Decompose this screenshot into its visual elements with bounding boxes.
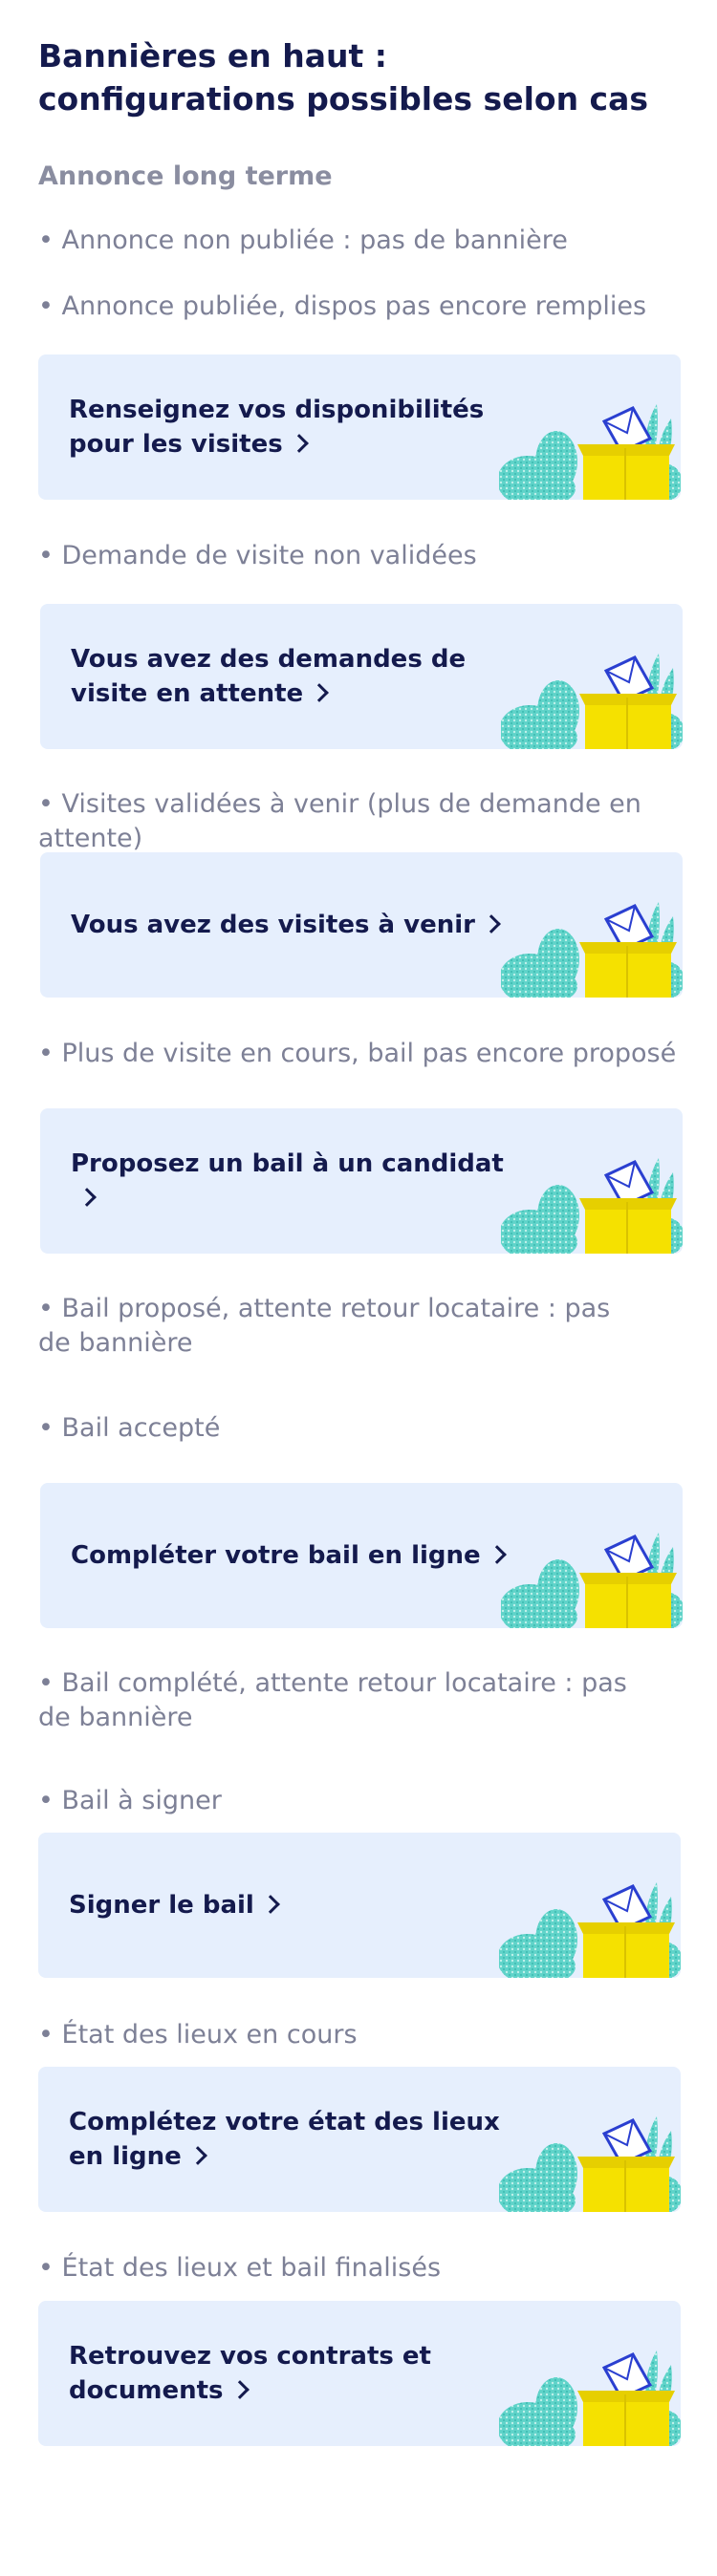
chevron-right-icon	[310, 683, 330, 702]
mailbox-illustration	[499, 395, 681, 500]
chevron-right-icon	[229, 2380, 250, 2399]
banner-label: Renseignez vos disponibilités pour les v…	[69, 396, 485, 459]
mailbox-illustration	[499, 1873, 681, 1978]
case-note-lease-accepted: • Bail accepté	[38, 1413, 221, 1443]
section-subtitle: Annonce long terme	[38, 161, 333, 191]
banner-label: Compléter votre bail en ligne	[71, 1483, 511, 1628]
case-note-visit-requests: • Demande de visite non validées	[38, 541, 477, 570]
chevron-right-icon	[289, 434, 309, 453]
banner-sign-lease[interactable]: Signer le bail	[38, 1833, 681, 1978]
banner-complete-lease[interactable]: Compléter votre bail en ligne	[40, 1483, 683, 1628]
banner-label: Retrouvez vos contrats et documents	[69, 2342, 431, 2405]
case-note-published: • Annonce publiée, dispos pas encore rem…	[38, 291, 647, 321]
banner-label: Vous avez des visites à venir	[71, 852, 511, 998]
case-note-lease-proposed: • Bail proposé, attente retour locataire…	[38, 1294, 611, 1358]
chevron-right-icon	[77, 1188, 97, 1207]
banner-propose-lease[interactable]: Proposez un bail à un candidat	[40, 1108, 683, 1254]
mailbox-illustration	[499, 2341, 681, 2446]
case-note-lease-completed: • Bail complété, attente retour locatair…	[38, 1668, 627, 1732]
page-title: Bannières en haut : configurations possi…	[38, 37, 649, 118]
case-note-inventory: • État des lieux en cours	[38, 2020, 358, 2050]
mailbox-illustration	[501, 1523, 683, 1628]
chevron-right-icon	[187, 2146, 207, 2165]
mailbox-illustration	[501, 1148, 683, 1254]
banner-label: Vous avez des demandes de visite en atte…	[71, 645, 467, 708]
banner-label: Complétez votre état des lieux en ligne	[69, 2108, 500, 2171]
case-note-unpublished: • Annonce non publiée : pas de bannière	[38, 225, 568, 255]
banner-availability[interactable]: Renseignez vos disponibilités pour les v…	[38, 354, 681, 500]
mailbox-illustration	[501, 644, 683, 749]
banner-upcoming-visits[interactable]: Vous avez des visites à venir	[40, 852, 683, 998]
mailbox-illustration	[501, 892, 683, 998]
chevron-right-icon	[482, 914, 501, 934]
case-note-lease-to-sign: • Bail à signer	[38, 1786, 222, 1815]
banner-label: Signer le bail	[69, 1833, 509, 1978]
case-note-no-visits: • Plus de visite en cours, bail pas enco…	[38, 1039, 677, 1068]
banner-inventory[interactable]: Complétez votre état des lieux en ligne	[38, 2067, 681, 2212]
case-note-upcoming-visits: • Visites validées à venir (plus de dema…	[38, 789, 641, 853]
banner-documents[interactable]: Retrouvez vos contrats et documents	[38, 2301, 681, 2446]
chevron-right-icon	[260, 1895, 280, 1914]
case-note-finalized: • État des lieux et bail finalisés	[38, 2253, 442, 2283]
mailbox-illustration	[499, 2107, 681, 2212]
banner-label: Proposez un bail à un candidat	[71, 1108, 511, 1254]
banner-visit-requests[interactable]: Vous avez des demandes de visite en atte…	[40, 604, 683, 749]
